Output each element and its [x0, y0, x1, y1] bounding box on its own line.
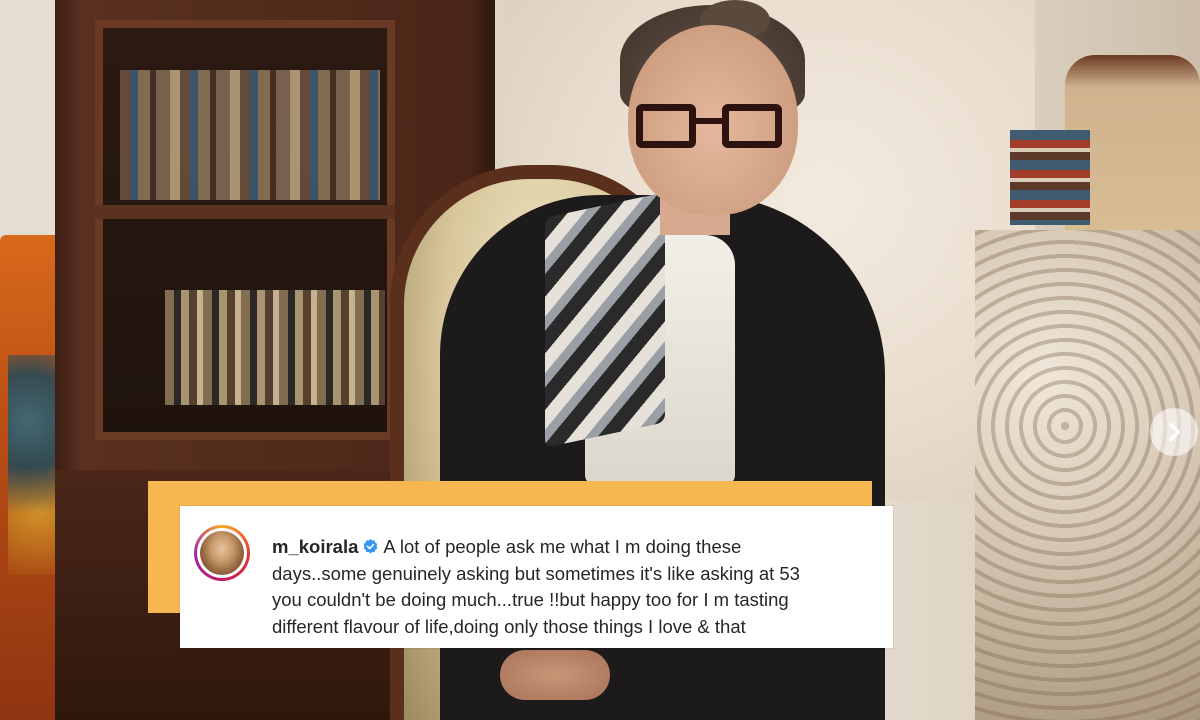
eyeglasses	[636, 104, 786, 154]
person-hands	[500, 650, 610, 700]
username-link[interactable]: m_koirala	[272, 536, 358, 557]
verified-badge-icon	[364, 539, 378, 554]
books-upper-shelf	[120, 70, 380, 200]
book-stack	[1010, 130, 1090, 225]
comment-line-3: you couldn't be doing much...true !!but …	[272, 589, 789, 610]
avatar-photo	[200, 531, 244, 575]
comment-line-1: A lot of people ask me what I m doing th…	[383, 536, 742, 557]
carousel-next-button[interactable]	[1150, 408, 1198, 456]
avatar	[197, 528, 247, 578]
comment-line-4: different flavour of life,doing only tho…	[272, 615, 746, 637]
comment-line-2: days..some genuinely asking but sometime…	[272, 562, 800, 584]
avatar-story-ring[interactable]	[194, 525, 250, 581]
shelf	[95, 205, 395, 219]
comment-text: m_koirala A lot of people ask me what I m…	[272, 534, 882, 640]
floral-sofa	[975, 230, 1200, 720]
chevron-right-icon	[1169, 422, 1180, 442]
instagram-comment-card: m_koirala A lot of people ask me what I m…	[180, 506, 893, 648]
person-scarf	[545, 192, 665, 448]
books-lower-shelf	[165, 290, 385, 405]
